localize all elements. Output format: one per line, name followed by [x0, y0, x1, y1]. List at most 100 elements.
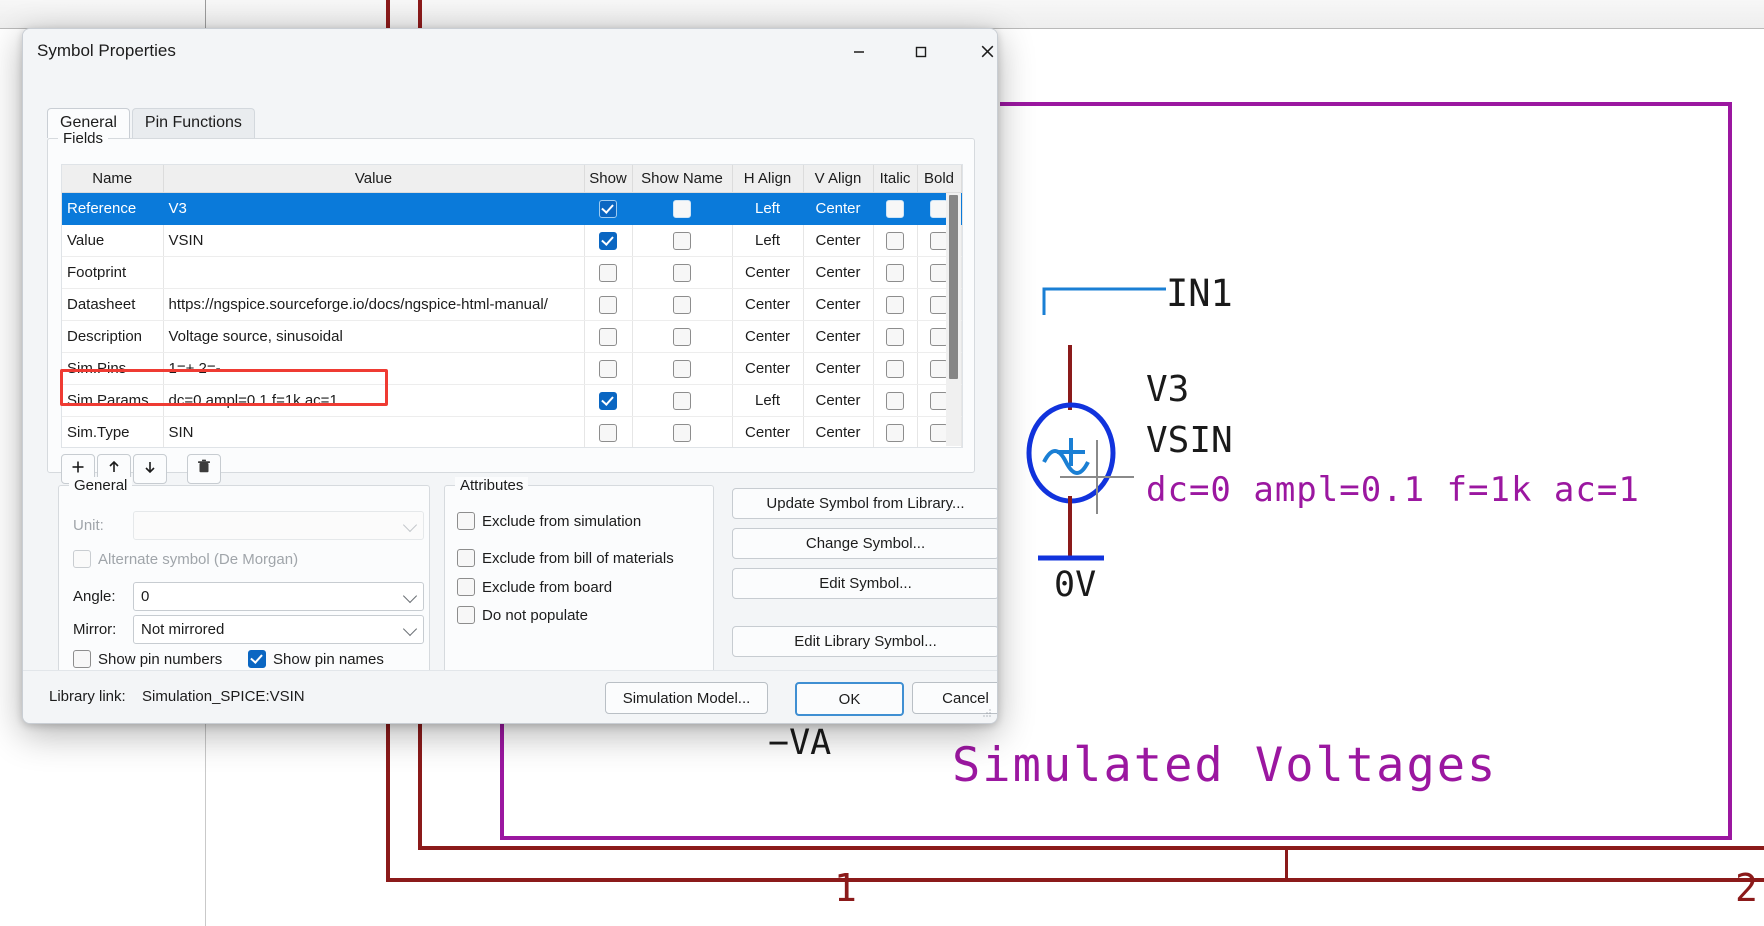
dialog-titlebar[interactable]: Symbol Properties — [23, 29, 997, 74]
show-checkbox-cell[interactable] — [584, 256, 633, 289]
table-row[interactable]: Datasheet https://ngspice.sourceforge.io/… — [62, 288, 962, 321]
show-name-checkbox-cell[interactable] — [632, 352, 733, 385]
italic-checkbox-cell[interactable] — [873, 384, 918, 417]
edit-symbol-button[interactable]: Edit Symbol... — [732, 568, 997, 599]
h-align-cell[interactable]: Center — [732, 320, 804, 353]
do-not-populate-row[interactable]: Do not populate — [457, 606, 588, 624]
v-align-cell[interactable]: Center — [803, 192, 874, 225]
v-align-cell[interactable]: Center — [803, 320, 874, 353]
field-name-cell[interactable]: Reference — [62, 192, 164, 225]
unit-select[interactable] — [133, 511, 424, 540]
italic-checkbox-cell[interactable] — [873, 320, 918, 353]
v-align-cell[interactable]: Center — [803, 256, 874, 289]
table-row[interactable]: Sim.Params dc=0 ampl=0.1 f=1k ac=1 Left Cen… — [62, 384, 962, 417]
italic-checkbox[interactable] — [886, 423, 904, 442]
italic-checkbox[interactable] — [886, 391, 904, 410]
italic-checkbox-cell[interactable] — [873, 192, 918, 225]
show-checkbox[interactable] — [599, 359, 617, 378]
h-align-cell[interactable]: Center — [732, 288, 804, 321]
field-value-cell[interactable]: SIN — [163, 416, 585, 447]
fields-table-scrollbar-thumb[interactable] — [949, 195, 958, 379]
italic-checkbox-cell[interactable] — [873, 416, 918, 447]
show-name-checkbox-cell[interactable] — [632, 224, 733, 257]
show-checkbox[interactable] — [599, 231, 617, 250]
field-value-cell[interactable]: V3 — [163, 192, 585, 225]
field-value-cell[interactable]: VSIN — [163, 224, 585, 257]
tab-pin-functions[interactable]: Pin Functions — [131, 108, 255, 138]
v-align-cell[interactable]: Center — [803, 352, 874, 385]
h-align-cell[interactable]: Left — [732, 192, 804, 225]
edit-library-symbol-button[interactable]: Edit Library Symbol... — [732, 626, 997, 657]
table-row[interactable]: Sim.Pins 1=+ 2=- Center Center — [62, 352, 962, 385]
close-button[interactable] — [961, 29, 997, 74]
show-checkbox[interactable] — [599, 199, 617, 218]
show-name-checkbox-cell[interactable] — [632, 416, 733, 447]
minimize-button[interactable] — [833, 29, 885, 74]
fields-table[interactable]: Name Value Show Show Name H Align V Alig… — [62, 165, 962, 447]
symbol-value-label[interactable]: VSIN — [1146, 423, 1233, 459]
show-name-checkbox[interactable] — [673, 423, 691, 442]
show-name-checkbox[interactable] — [673, 327, 691, 346]
show-name-checkbox[interactable] — [673, 231, 691, 250]
show-name-checkbox[interactable] — [673, 359, 691, 378]
show-checkbox-cell[interactable] — [584, 288, 633, 321]
table-row[interactable]: Footprint Center Center — [62, 256, 962, 289]
col-header-show[interactable]: Show — [584, 165, 633, 193]
h-align-cell[interactable]: Center — [732, 256, 804, 289]
col-header-v-align[interactable]: V Align — [803, 165, 874, 193]
field-name-cell[interactable]: Sim.Pins — [62, 352, 164, 385]
italic-checkbox-cell[interactable] — [873, 256, 918, 289]
exclude-from-bom-row[interactable]: Exclude from bill of materials — [457, 549, 674, 567]
neg-va-label[interactable]: −VA — [768, 726, 831, 761]
mirror-select[interactable]: Not mirrored — [133, 615, 424, 644]
move-field-down-button[interactable] — [133, 454, 167, 484]
field-name-cell[interactable]: Datasheet — [62, 288, 164, 321]
table-row[interactable]: Reference V3 Left Center — [62, 192, 962, 225]
italic-checkbox-cell[interactable] — [873, 288, 918, 321]
show-name-checkbox[interactable] — [673, 263, 691, 282]
show-checkbox[interactable] — [599, 391, 617, 410]
italic-checkbox-cell[interactable] — [873, 352, 918, 385]
change-symbol-button[interactable]: Change Symbol... — [732, 528, 997, 559]
show-checkbox[interactable] — [599, 295, 617, 314]
table-row[interactable]: Description Voltage source, sinusoidal Cen… — [62, 320, 962, 353]
fields-table-wrapper[interactable]: Name Value Show Show Name H Align V Alig… — [61, 164, 963, 448]
show-pin-names-checkbox[interactable] — [248, 650, 266, 668]
delete-field-button[interactable] — [187, 454, 221, 484]
h-align-cell[interactable]: Left — [732, 384, 804, 417]
fields-table-body[interactable]: Reference V3 Left Center Value VSIN Left Center… — [62, 192, 962, 447]
field-value-cell[interactable]: dc=0 ampl=0.1 f=1k ac=1 — [163, 384, 585, 417]
show-checkbox[interactable] — [599, 263, 617, 282]
table-row[interactable]: Value VSIN Left Center — [62, 224, 962, 257]
italic-checkbox[interactable] — [886, 199, 904, 218]
italic-checkbox[interactable] — [886, 231, 904, 250]
exclude-from-simulation-row[interactable]: Exclude from simulation — [457, 512, 641, 530]
symbol-properties-dialog[interactable]: Symbol Properties General Pin Functions … — [22, 28, 998, 724]
simulation-model-button[interactable]: Simulation Model... — [605, 682, 768, 714]
col-header-bold[interactable]: Bold — [917, 165, 962, 193]
h-align-cell[interactable]: Center — [732, 416, 804, 447]
show-name-checkbox[interactable] — [673, 391, 691, 410]
exclude-from-board-checkbox[interactable] — [457, 578, 475, 596]
field-value-cell[interactable]: https://ngspice.sourceforge.io/docs/ngsp… — [163, 288, 585, 321]
show-pin-numbers-checkbox[interactable] — [73, 650, 91, 668]
show-checkbox-cell[interactable] — [584, 416, 633, 447]
show-name-checkbox-cell[interactable] — [632, 256, 733, 289]
col-header-show-name[interactable]: Show Name — [632, 165, 733, 193]
ok-button[interactable]: OK — [795, 682, 904, 716]
show-name-checkbox[interactable] — [673, 199, 691, 218]
col-header-italic[interactable]: Italic — [873, 165, 918, 193]
show-checkbox[interactable] — [599, 327, 617, 346]
col-header-name[interactable]: Name — [62, 165, 164, 193]
show-checkbox-cell[interactable] — [584, 224, 633, 257]
v-align-cell[interactable]: Center — [803, 288, 874, 321]
italic-checkbox[interactable] — [886, 359, 904, 378]
show-name-checkbox-cell[interactable] — [632, 384, 733, 417]
table-row[interactable]: Sim.Type SIN Center Center — [62, 416, 962, 447]
field-name-cell[interactable]: Description — [62, 320, 164, 353]
net-label-in1[interactable]: IN1 — [1166, 275, 1233, 312]
italic-checkbox[interactable] — [886, 295, 904, 314]
show-name-checkbox[interactable] — [673, 295, 691, 314]
field-name-cell[interactable]: Footprint — [62, 256, 164, 289]
italic-checkbox[interactable] — [886, 327, 904, 346]
